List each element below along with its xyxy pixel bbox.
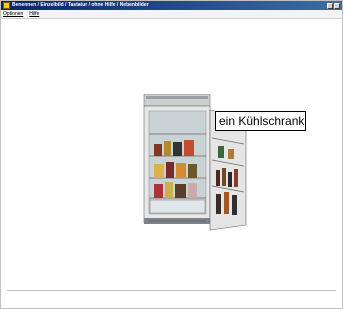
picture-label: ein Kühlschrank: [215, 111, 306, 131]
menu-options[interactable]: Optionen: [3, 10, 23, 18]
minimize-button[interactable]: [327, 2, 333, 9]
window-title: Benennen / Einzelbild / Tastatur / ohne …: [12, 2, 149, 8]
menu-help[interactable]: Hilfe: [29, 10, 39, 18]
app-window: Benennen / Einzelbild / Tastatur / ohne …: [0, 0, 343, 309]
menu-bar: Optionen Hilfe: [1, 10, 342, 19]
app-icon: [3, 2, 10, 9]
title-bar: Benennen / Einzelbild / Tastatur / ohne …: [1, 1, 342, 10]
window-controls: [327, 2, 340, 9]
close-button[interactable]: [334, 2, 340, 9]
bottom-divider: [7, 290, 336, 291]
